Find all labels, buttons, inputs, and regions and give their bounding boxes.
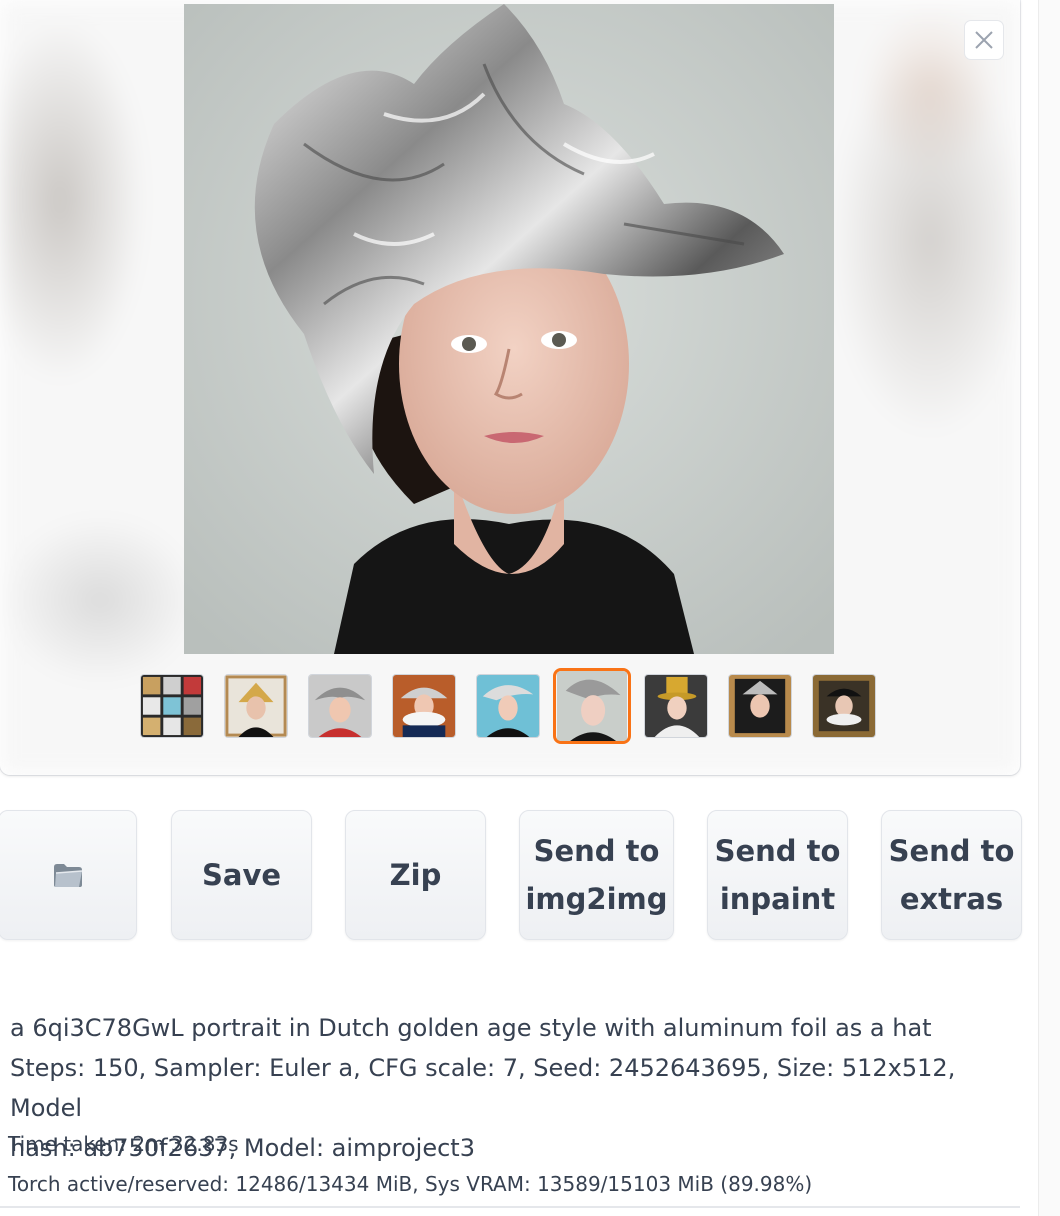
send-to-inpaint-button[interactable]: Send to inpaint (707, 810, 848, 940)
vram-usage: Torch active/reserved: 12486/13434 MiB, … (8, 1172, 813, 1196)
close-icon (975, 31, 993, 49)
thumb-framed-portrait[interactable] (812, 674, 876, 738)
params-line-1: Steps: 150, Sampler: Euler a, CFG scale:… (10, 1054, 956, 1122)
thumb-silver-red[interactable] (308, 674, 372, 738)
main-image-preview[interactable] (184, 4, 834, 654)
image-gallery (0, 0, 1020, 775)
thumb-ruff-blue[interactable] (392, 674, 456, 738)
thumb-gold-hat[interactable] (224, 674, 288, 738)
prompt-text: a 6qi3C78GwL portrait in Dutch golden ag… (10, 1014, 932, 1042)
folder-icon (53, 864, 82, 887)
thumbnail-strip (140, 668, 900, 744)
save-button[interactable]: Save (171, 810, 312, 940)
send-to-extras-button[interactable]: Send to extras (881, 810, 1022, 940)
thumb-gold-frame[interactable] (728, 674, 792, 738)
zip-button[interactable]: Zip (345, 810, 486, 940)
thumb-gold-top[interactable] (644, 674, 708, 738)
thumb-grid[interactable] (140, 674, 204, 738)
open-folder-button[interactable] (0, 810, 137, 940)
thumb-foil-hat[interactable] (553, 668, 631, 744)
send-to-img2img-button[interactable]: Send to img2img (519, 810, 674, 940)
divider (0, 1206, 1020, 1208)
close-gallery-button[interactable] (964, 20, 1004, 60)
thumb-teal-bg[interactable] (476, 674, 540, 738)
page-scrollbar[interactable] (1038, 0, 1060, 1216)
time-taken: Time taken: 2m 32.83s (8, 1132, 239, 1156)
